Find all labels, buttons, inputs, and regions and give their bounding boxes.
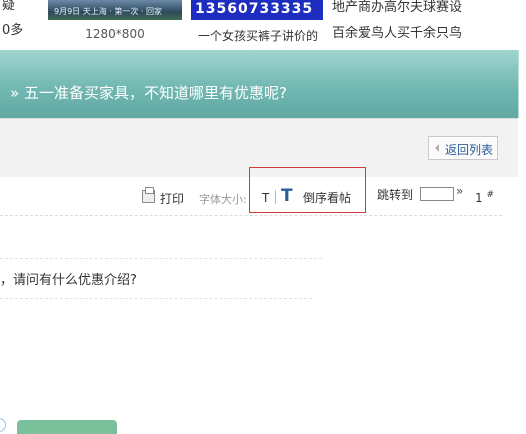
back-to-list-label: 返回列表	[445, 143, 494, 157]
jump-go-button[interactable]: »	[456, 184, 463, 198]
floor-value: 1	[475, 191, 483, 205]
jump-to-label: 跳转到	[377, 188, 414, 202]
chevron-left-icon	[435, 144, 439, 152]
thumbnail-overlay-text: 9月9日 天上海 · 第一次 · 回家	[54, 7, 162, 16]
truncated-text-line-2: 0多	[2, 23, 24, 38]
post-body-text: ，请问有什么优惠介绍?	[0, 273, 137, 288]
back-to-list-button[interactable]: 返回列表	[428, 136, 498, 160]
news-link-birds[interactable]: 百余爱鸟人买千余只鸟	[332, 22, 462, 41]
font-size-label: 字体大小:	[199, 193, 247, 206]
thumbnail-image-ad[interactable]: 13560733335	[191, 0, 323, 20]
printer-icon[interactable]	[142, 187, 155, 203]
truncated-text-line-1: 疑	[2, 0, 16, 13]
divider	[0, 215, 502, 216]
thumbnail-phone-number: 13560733335	[195, 1, 314, 17]
divider	[0, 298, 312, 299]
thumbnail-caption-story[interactable]: 一个女孩买裤子讲价的	[191, 27, 325, 44]
thumbnail-caption-resolution[interactable]: 1280*800	[48, 27, 182, 41]
radio-icon[interactable]	[0, 418, 6, 432]
reply-button[interactable]	[17, 420, 117, 434]
floor-number: 1 #	[475, 190, 494, 205]
print-link[interactable]: 打印	[160, 190, 184, 207]
news-link-golf[interactable]: 地产商办高尔夫球赛设	[332, 0, 462, 15]
jump-floor-input[interactable]	[420, 187, 454, 201]
divider	[0, 258, 322, 259]
thumbnail-image-wallpaper[interactable]: 9月9日 天上海 · 第一次 · 回家	[48, 0, 182, 20]
thread-title: » 五一准备买家具，不知道哪里有优惠呢?	[10, 84, 287, 102]
floor-suffix: #	[486, 190, 495, 200]
highlight-box	[249, 167, 366, 213]
